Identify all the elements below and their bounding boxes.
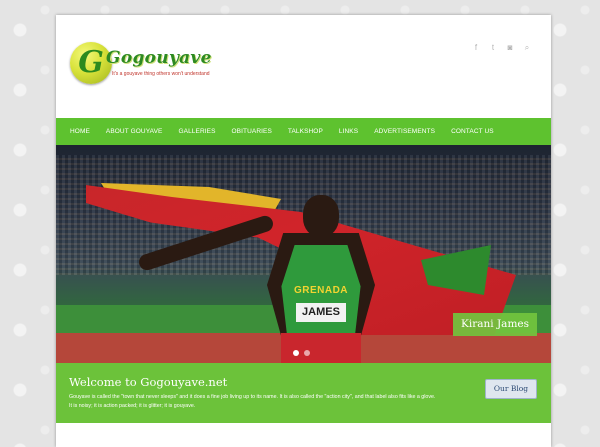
slider-dot-2[interactable] [304, 350, 310, 356]
our-blog-button[interactable]: Our Blog [485, 379, 537, 399]
page-container: G Gogouyave It's a gouyave thing others … [56, 15, 551, 447]
nav-item-obituaries[interactable]: OBITUARIES [232, 128, 272, 135]
nav-item-links[interactable]: LINKS [339, 128, 358, 135]
logo-tagline: It's a gouyave thing others won't unders… [112, 71, 210, 77]
slider-dot-1[interactable] [293, 350, 299, 356]
race-bib: JAMES [296, 303, 346, 322]
site-logo[interactable]: G Gogouyave It's a gouyave thing others … [70, 42, 230, 88]
facebook-icon[interactable]: f [472, 44, 480, 52]
slider-dots [293, 350, 310, 356]
nav-item-advertisements[interactable]: ADVERTISEMENTS [374, 128, 435, 135]
social-links: f t ◙ ⌕ [472, 44, 531, 52]
hero-athlete: GRENADA JAMES [136, 195, 411, 363]
main-nav: HOME ABOUT GOUYAVE GALLERIES OBITUARIES … [56, 118, 551, 145]
search-icon[interactable]: ⌕ [523, 44, 531, 52]
nav-item-home[interactable]: HOME [70, 128, 90, 135]
hero-slider[interactable]: GRENADA JAMES Kirani James [56, 145, 551, 363]
nav-item-talkshop[interactable]: TALKSHOP [288, 128, 323, 135]
athlete-shorts [281, 333, 361, 363]
slide-caption: Kirani James [453, 313, 537, 336]
vest-text: GRENADA [293, 285, 349, 296]
logo-text: Gogouyave [106, 48, 212, 68]
welcome-section: Welcome to Gogouyave.net Gouyave is call… [56, 363, 551, 423]
rss-icon[interactable]: ◙ [506, 44, 514, 52]
nav-item-galleries[interactable]: GALLERIES [178, 128, 215, 135]
nav-item-contact-us[interactable]: CONTACT US [451, 128, 494, 135]
nav-item-about-gouyave[interactable]: ABOUT GOUYAVE [106, 128, 163, 135]
athlete-head [303, 195, 339, 237]
twitter-icon[interactable]: t [489, 44, 497, 52]
welcome-title: Welcome to Gogouyave.net [69, 375, 228, 389]
welcome-body: Gouyave is called the "town that never s… [69, 394, 436, 409]
